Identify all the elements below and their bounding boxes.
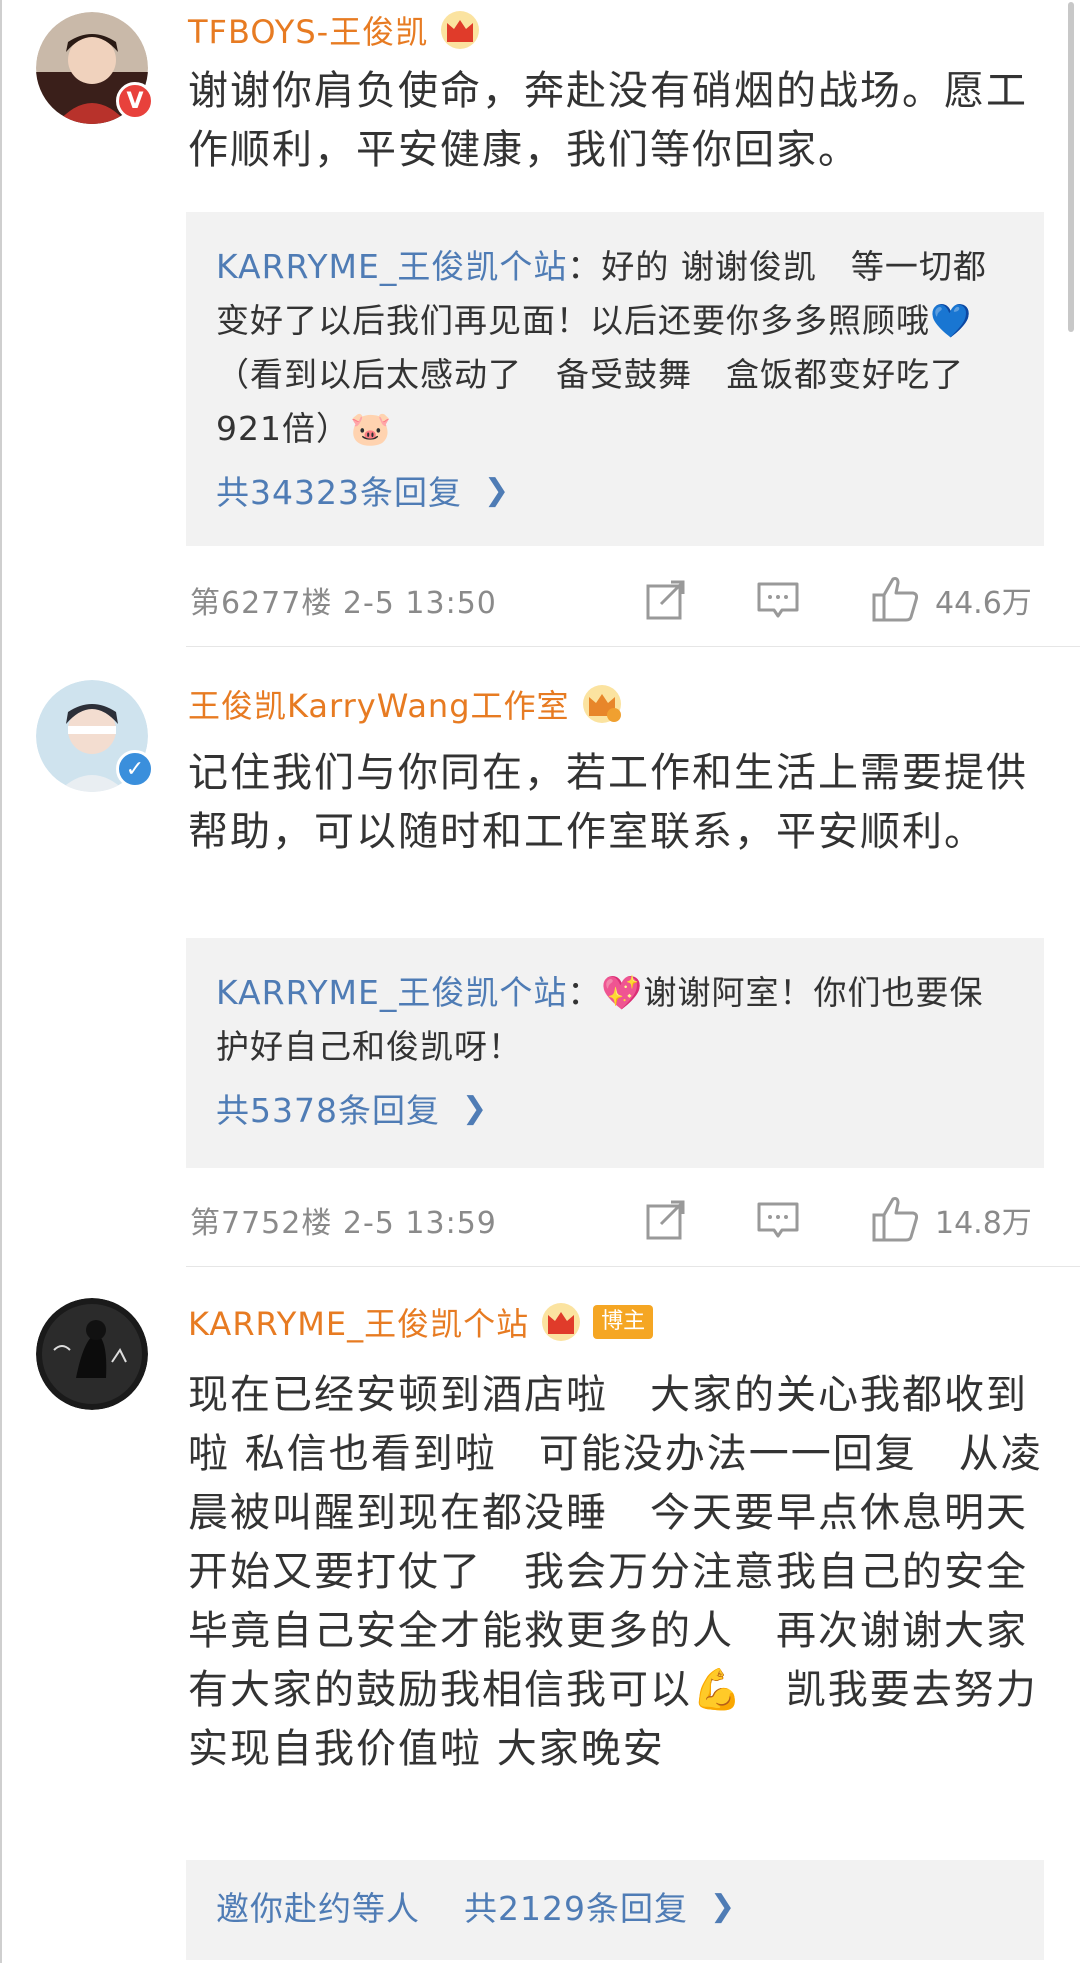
avatar-image: [36, 1298, 148, 1410]
like-count: 44.6万: [935, 586, 1032, 621]
like-count: 14.8万: [935, 1206, 1032, 1241]
comment-text: 谢谢你肩负使命，奔赴没有硝烟的战场。愿工作顺利，平安健康，我们等你回家。: [188, 68, 1028, 173]
username[interactable]: KARRYME_王俊凯个站: [188, 1299, 529, 1345]
reply-username[interactable]: KARRYME_王俊凯个站: [216, 247, 567, 286]
floor-time: 第7752楼 2-5 13:59: [190, 1206, 497, 1241]
reply-box[interactable]: 邀你赴约等人 共2129条回复 ❯: [186, 1860, 1044, 1960]
username[interactable]: 王俊凯KarryWang工作室: [188, 681, 570, 727]
reply-count: 共34323条回复: [216, 473, 462, 512]
reply-box[interactable]: KARRYME_王俊凯个站：💖谢谢阿室！你们也要保护好自己和俊凯呀！ 共5378…: [186, 938, 1044, 1168]
meta-row: 第7752楼 2-5 13:59 14.8万: [190, 1195, 1040, 1245]
share-icon[interactable]: [645, 1200, 689, 1240]
divider: [186, 1266, 1080, 1267]
reply-count-link[interactable]: 共5378条回复 ❯: [216, 1084, 1014, 1132]
floor-time: 第6277楼 2-5 13:50: [190, 586, 497, 621]
like-icon[interactable]: [871, 1195, 921, 1243]
reply-box[interactable]: KARRYME_王俊凯个站：好的 谢谢俊凯 等一切都变好了以后我们再见面！以后还…: [186, 212, 1044, 546]
reply-count: 共5378条回复: [216, 1091, 440, 1130]
reply-preview: KARRYME_王俊凯个站：好的 谢谢俊凯 等一切都变好了以后我们再见面！以后还…: [216, 240, 1014, 456]
comment-text: 现在已经安顿到酒店啦 大家的关心我都收到啦 私信也看到啦 可能没办法一一回复 从…: [188, 1372, 1070, 1772]
username-row: TFBOYS-王俊凯: [188, 6, 482, 54]
avatar[interactable]: [36, 1298, 148, 1410]
share-icon[interactable]: [645, 580, 689, 620]
comment-icon[interactable]: [756, 580, 800, 620]
username-row: KARRYME_王俊凯个站 博主: [188, 1298, 654, 1346]
chevron-right-icon: ❯: [461, 1090, 489, 1126]
crown-icon: [582, 685, 621, 723]
meta-row: 第6277楼 2-5 13:50 44.6万: [190, 575, 1040, 625]
scrollbar[interactable]: [1068, 2, 1074, 332]
reply-count: 共2129条回复: [464, 1889, 688, 1928]
left-edge: [0, 0, 2, 1963]
reply-count-link[interactable]: 共34323条回复 ❯: [216, 466, 1014, 514]
crown-icon: [542, 1303, 581, 1341]
avatar[interactable]: ✓: [36, 680, 154, 792]
avatar[interactable]: V: [36, 12, 154, 124]
verified-icon: V: [116, 82, 154, 120]
comment-icon[interactable]: [756, 1200, 800, 1240]
host-badge: 博主: [593, 1305, 654, 1339]
crown-icon: [441, 11, 480, 49]
chevron-right-icon: ❯: [709, 1888, 737, 1924]
like-icon[interactable]: [871, 575, 921, 623]
chevron-right-icon: ❯: [483, 472, 511, 508]
comment-text: 记住我们与你同在，若工作和生活上需要提供帮助，可以随时和工作室联系，平安顺利。: [188, 750, 1028, 855]
username[interactable]: TFBOYS-王俊凯: [188, 7, 428, 53]
reply-prefix: 邀你赴约等人: [216, 1889, 420, 1928]
reply-preview: KARRYME_王俊凯个站：💖谢谢阿室！你们也要保护好自己和俊凯呀！: [216, 966, 1014, 1074]
divider: [186, 646, 1080, 647]
verified-icon: ✓: [116, 750, 154, 788]
reply-username[interactable]: KARRYME_王俊凯个站: [216, 973, 567, 1012]
username-row: 王俊凯KarryWang工作室: [188, 680, 624, 728]
reply-count-link[interactable]: 邀你赴约等人 共2129条回复 ❯: [216, 1882, 1014, 1930]
